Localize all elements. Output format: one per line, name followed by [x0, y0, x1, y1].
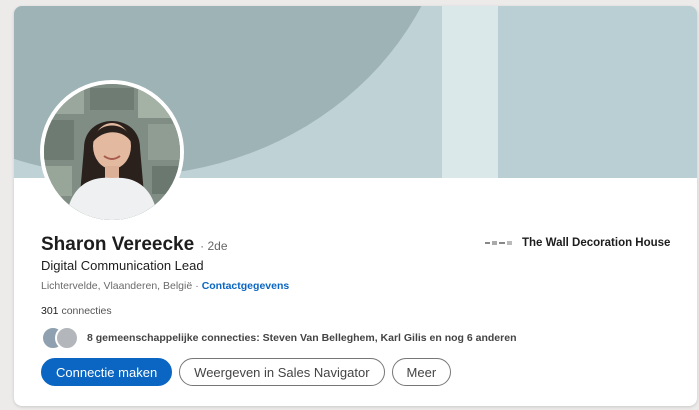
profile-location: Lichtervelde, Vlaanderen, België [41, 280, 193, 292]
mutual-avatar [55, 326, 79, 350]
name-row: Sharon Vereecke · 2de [41, 234, 228, 256]
company-name: The Wall Decoration House [522, 237, 671, 249]
profile-card: Sharon Vereecke · 2de Digital Communicat… [14, 6, 697, 406]
contact-info-link[interactable]: Contactgegevens [202, 280, 290, 292]
connection-degree: · 2de [200, 239, 228, 253]
more-button[interactable]: Meer [391, 358, 452, 386]
mutual-connections[interactable]: 8 gemeenschappelijke connecties: Steven … [41, 326, 517, 350]
connections-label: connecties [61, 305, 112, 317]
connections-count[interactable]: 301 connecties [41, 305, 112, 317]
profile-headline: Digital Communication Lead [41, 258, 204, 273]
company-logo-icon [485, 241, 512, 245]
banner-band-right [498, 6, 697, 178]
location-row: Lichtervelde, Vlaanderen, België · Contact… [41, 280, 289, 292]
mutual-avatars [41, 326, 81, 350]
banner-band-light [442, 6, 498, 178]
location-separator: · [195, 280, 199, 292]
profile-actions: Connectie maken Weergeven in Sales Navig… [41, 358, 452, 386]
connect-button[interactable]: Connectie maken [41, 358, 173, 386]
profile-photo-image [44, 84, 180, 220]
current-company[interactable]: The Wall Decoration House [484, 236, 670, 250]
mutual-connections-text: 8 gemeenschappelijke connecties: Steven … [87, 332, 517, 344]
profile-photo[interactable] [40, 80, 184, 224]
profile-name: Sharon Vereecke [41, 234, 195, 255]
connections-number: 301 [41, 305, 59, 317]
sales-navigator-button[interactable]: Weergeven in Sales Navigator [179, 358, 385, 386]
